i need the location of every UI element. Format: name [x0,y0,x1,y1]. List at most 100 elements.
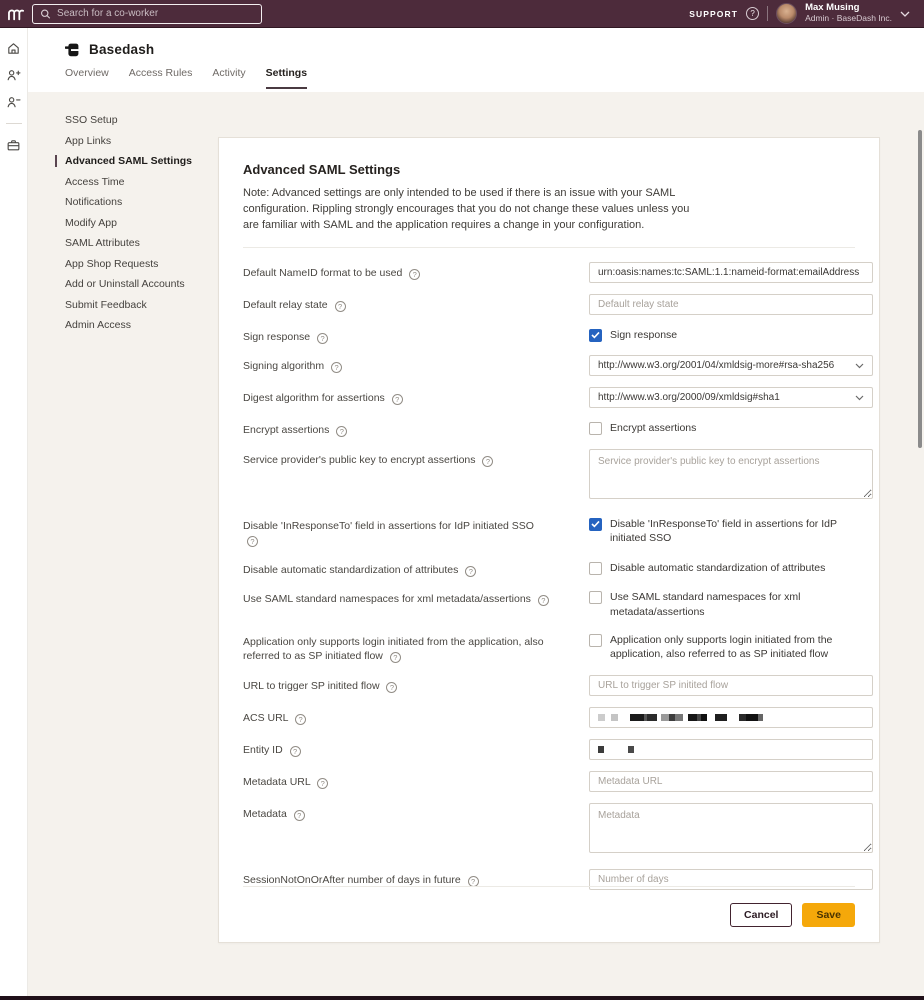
checkbox-unchecked[interactable] [589,562,602,575]
scrollbar-thumb[interactable] [918,130,922,448]
help-icon[interactable]: ? [746,7,759,20]
sidebar-item-notifications[interactable]: Notifications [65,196,215,208]
field-help-icon[interactable]: ? [390,652,401,663]
redacted-segment [628,746,634,753]
page-title: Basedash [89,42,154,57]
card-title: Advanced SAML Settings [243,162,855,177]
save-button[interactable]: Save [802,903,855,927]
tab-bar: Overview Access Rules Activity Settings [28,67,924,89]
field-help-icon[interactable]: ? [465,566,476,577]
home-icon[interactable] [6,40,22,56]
remove-user-icon[interactable] [6,94,22,110]
field-help-icon[interactable]: ? [392,394,403,405]
sidebar-item-advanced-saml-settings[interactable]: Advanced SAML Settings [55,155,215,167]
sidebar-item-add-or-uninstall-accounts[interactable]: Add or Uninstall Accounts [65,278,215,290]
field-help-icon[interactable]: ? [317,778,328,789]
user-menu[interactable]: Max Musing Admin · BaseDash Inc. [805,3,892,24]
field-help-icon[interactable]: ? [317,333,328,344]
checkbox-label: Encrypt assertions [610,421,696,436]
checkbox-unchecked[interactable] [589,591,602,604]
field-help-icon[interactable]: ? [386,682,397,693]
field-label: Metadata ? [243,803,589,858]
sidebar-item-saml-attributes[interactable]: SAML Attributes [65,237,215,249]
checkbox-label: Disable 'InResponseTo' field in assertio… [610,517,855,546]
app-header: Basedash Overview Access Rules Activity Set… [28,28,924,92]
sidebar-item-app-shop-requests[interactable]: App Shop Requests [65,258,215,270]
form-row-disable-automatic-standardization-of-attributes: Disable automatic standardization of att… [243,559,855,577]
application-only-supports-login-initiated-from-the-application-also-referred-to-as-sp-initiated-flow-checkbox[interactable]: Application only supports login initiate… [589,631,855,662]
field-help-icon[interactable]: ? [538,595,549,606]
form-row-default-nameid-format-to-be-used: Default NameID format to be used ? [243,262,855,283]
search-input[interactable] [57,8,254,19]
field-label: Disable automatic standardization of att… [243,559,589,577]
entity-id-input[interactable] [589,739,873,760]
add-user-icon[interactable] [6,67,22,83]
field-control: Sign response [589,326,855,344]
tab-access-rules[interactable]: Access Rules [129,67,193,89]
redacted-segment [739,714,746,721]
chevron-down-icon[interactable] [900,11,910,17]
field-help-icon[interactable]: ? [409,269,420,280]
sidebar-item-app-links[interactable]: App Links [65,135,215,147]
sign-response-checkbox[interactable]: Sign response [589,326,855,343]
field-help-icon[interactable]: ? [336,426,347,437]
use-saml-standard-namespaces-for-xml-metadata-assertions-checkbox[interactable]: Use SAML standard namespaces for xml met… [589,588,855,619]
card-footer: Cancel Save [243,886,855,942]
sidebar-item-access-time[interactable]: Access Time [65,176,215,188]
encrypt-assertions-checkbox[interactable]: Encrypt assertions [589,419,855,436]
field-control: Encrypt assertions [589,419,855,437]
checkbox-checked[interactable] [589,518,602,531]
sidebar-item-sso-setup[interactable]: SSO Setup [65,114,215,126]
checkbox-checked[interactable] [589,329,602,342]
redacted-segment [746,714,758,721]
default-relay-state-input[interactable] [589,294,873,315]
metadata-textarea[interactable] [589,803,873,853]
field-control [589,262,873,283]
url-to-trigger-sp-initited-flow-input[interactable] [589,675,873,696]
field-help-icon[interactable]: ? [335,301,346,312]
default-nameid-format-to-be-used-input[interactable] [589,262,873,283]
checkbox-label: Application only supports login initiate… [610,633,855,662]
rail-divider [6,123,22,124]
acs-url-input[interactable] [589,707,873,728]
field-help-icon[interactable]: ? [295,714,306,725]
service-provider-s-public-key-to-encrypt-assertions-textarea[interactable] [589,449,873,499]
form-row-acs-url: ACS URL ? [243,707,855,728]
field-control [589,449,873,504]
field-help-icon[interactable]: ? [482,456,493,467]
redacted-segment [661,714,669,721]
briefcase-icon[interactable] [6,137,22,153]
cancel-button[interactable]: Cancel [730,903,792,927]
field-control: http://www.w3.org/2001/04/xmldsig-more#r… [589,355,873,376]
field-label: Disable 'InResponseTo' field in assertio… [243,515,589,548]
field-help-icon[interactable]: ? [247,536,258,547]
field-help-icon[interactable]: ? [331,362,342,373]
field-help-icon[interactable]: ? [468,876,479,887]
support-link[interactable]: SUPPORT [689,9,738,19]
avatar[interactable] [776,3,797,24]
field-label: Sign response ? [243,326,589,344]
disable-inresponseto-field-in-assertions-for-idp-initiated-sso-checkbox[interactable]: Disable 'InResponseTo' field in assertio… [589,515,855,546]
sidebar-item-modify-app[interactable]: Modify App [65,217,215,229]
form: Default NameID format to be used ? Defaul… [243,262,855,890]
digest-algorithm-for-assertions-select[interactable]: http://www.w3.org/2000/09/xmldsig#sha1 [589,387,873,408]
disable-automatic-standardization-of-attributes-checkbox[interactable]: Disable automatic standardization of att… [589,559,855,576]
sidebar-item-admin-access[interactable]: Admin Access [65,319,215,331]
redacted-segment [688,714,697,721]
rippling-logo[interactable] [0,0,30,28]
tab-activity[interactable]: Activity [212,67,245,89]
signing-algorithm-select[interactable]: http://www.w3.org/2001/04/xmldsig-more#r… [589,355,873,376]
form-row-disable-inresponseto-field-in-assertions-for-idp-initiated-sso: Disable 'InResponseTo' field in assertio… [243,515,855,548]
checkbox-unchecked[interactable] [589,634,602,647]
field-help-icon[interactable]: ? [294,810,305,821]
field-control: Disable 'InResponseTo' field in assertio… [589,515,855,548]
form-row-default-relay-state: Default relay state ? [243,294,855,315]
checkbox-unchecked[interactable] [589,422,602,435]
tab-overview[interactable]: Overview [65,67,109,89]
sidebar-item-submit-feedback[interactable]: Submit Feedback [65,299,215,311]
field-help-icon[interactable]: ? [290,746,301,757]
metadata-url-input[interactable] [589,771,873,792]
card-note: Note: Advanced settings are only intende… [243,186,691,234]
search-box[interactable] [32,4,262,24]
tab-settings[interactable]: Settings [266,67,307,89]
